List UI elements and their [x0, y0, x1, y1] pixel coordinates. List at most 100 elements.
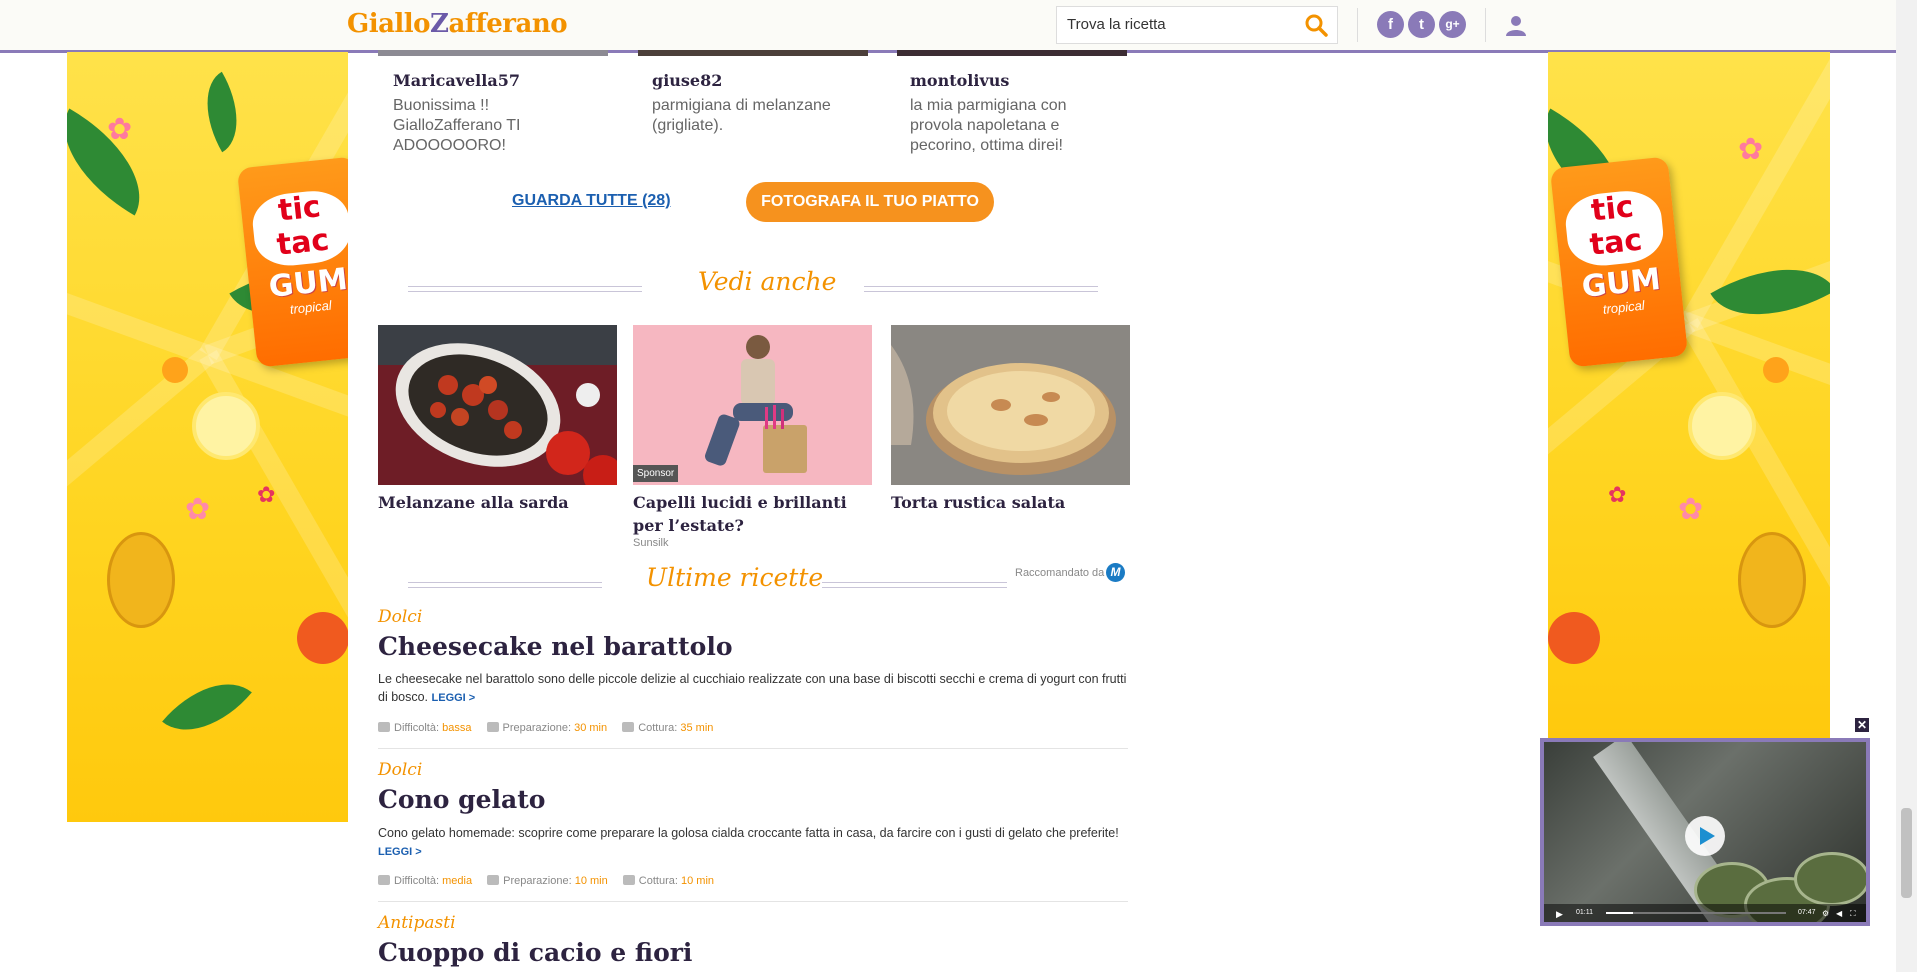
play-small-icon[interactable]: ▶ — [1556, 909, 1563, 920]
view-all-comments-link[interactable]: GUARDA TUTTE (28) — [512, 192, 671, 210]
section-divider — [408, 582, 602, 588]
card-title[interactable]: Capelli lucidi e brillanti per l’estate? — [633, 491, 872, 537]
comment-text: la mia parmigiana con provola napoletana… — [910, 97, 1067, 154]
chef-hat-icon — [378, 722, 390, 732]
recommender-logo-icon[interactable]: M — [1106, 563, 1125, 582]
zucchini-slice-image — [1794, 852, 1866, 906]
pot-icon — [622, 875, 635, 885]
tictac-pack-image: tic tac GUM tropical — [236, 156, 348, 368]
cook-value: 35 min — [680, 722, 714, 734]
prep-label: Preparazione: — [502, 722, 572, 734]
facebook-icon[interactable]: f — [1377, 11, 1404, 38]
leaf-decoration — [162, 660, 252, 754]
volume-icon[interactable]: ◀ — [1836, 909, 1842, 918]
comment-author[interactable]: giuse82 — [652, 71, 722, 90]
prep-value: 30 min — [574, 722, 608, 734]
header-divider — [1357, 8, 1358, 42]
search-icon[interactable] — [1303, 12, 1329, 38]
ad-brand: tic tac — [1562, 187, 1666, 270]
read-more-link[interactable]: LEGGI > — [432, 692, 476, 704]
video-controls: ▶ 01:11 07:47 ⚙ ◀ ⛶ — [1544, 904, 1866, 922]
difficulty-value: media — [442, 875, 473, 887]
orange-icon — [162, 357, 188, 383]
ad-banner-right[interactable]: tic tac GUM tropical ✿ ✿ ✿ — [1548, 52, 1830, 740]
search-input[interactable] — [1057, 7, 1317, 41]
flower-icon: ✿ — [107, 113, 133, 146]
flower-icon: ✿ — [1608, 482, 1627, 507]
flower-icon: ✿ — [1738, 133, 1764, 166]
ad-brand: tic tac — [249, 187, 348, 270]
flower-icon: ✿ — [257, 482, 276, 507]
ad-banner-left[interactable]: tic tac GUM tropical ✿ ✿ ✿ — [67, 52, 348, 822]
twitter-icon[interactable]: t — [1408, 11, 1435, 38]
comment-photo[interactable] — [638, 50, 868, 56]
site-logo[interactable]: GialloZafferano — [347, 9, 568, 39]
video-total-time: 07:47 — [1798, 909, 1816, 916]
recipe-title[interactable]: Cono gelato — [378, 785, 545, 814]
play-icon[interactable] — [1685, 816, 1725, 856]
recipe-title[interactable]: Cuoppo di cacio e fiori — [378, 938, 692, 967]
scrollbar-thumb[interactable] — [1901, 808, 1912, 898]
logo-text: Giallo — [347, 9, 431, 39]
page-scrollbar[interactable] — [1896, 0, 1917, 972]
card-image-eggplant[interactable] — [378, 325, 623, 495]
google-plus-icon[interactable]: g+ — [1439, 11, 1466, 38]
difficulty-label: Difficoltà: — [394, 875, 440, 887]
utensils-icon — [487, 875, 500, 885]
tictac-pack-image: tic tac GUM tropical — [1549, 156, 1689, 368]
read-more-link[interactable]: LEGGI > — [378, 846, 422, 858]
video-player[interactable]: ▶ 01:11 07:47 ⚙ ◀ ⛶ — [1540, 738, 1870, 926]
logo-z: Z — [430, 9, 449, 39]
recipe-divider — [378, 748, 1128, 749]
sponsor-woman-image — [633, 325, 872, 485]
prep-value: 10 min — [574, 875, 608, 887]
ad-ray — [1680, 318, 1830, 740]
cook-label: Cottura: — [638, 722, 678, 734]
recipe-title[interactable]: Cheesecake nel barattolo — [378, 632, 733, 661]
comment-text: Buonissima !! GialloZafferano TI ADOOOOO… — [393, 97, 521, 154]
close-video-button[interactable]: ✕ — [1855, 718, 1869, 732]
recipe-category[interactable]: Dolci — [378, 607, 422, 627]
comment-author[interactable]: Maricavella57 — [393, 71, 520, 90]
card-image-torta[interactable] — [891, 325, 1130, 485]
sponsor-source: Sunsilk — [633, 537, 669, 549]
prep-label: Preparazione: — [503, 875, 572, 887]
recipe-category[interactable]: Antipasti — [378, 913, 456, 933]
flower-icon: ✿ — [185, 493, 211, 526]
card-title[interactable]: Torta rustica salata — [891, 491, 1130, 514]
recipe-desc-text: Le cheesecake nel barattolo sono delle p… — [378, 672, 1127, 704]
comment-photo[interactable] — [897, 50, 1127, 56]
pot-icon — [622, 722, 635, 732]
card-image-sponsor[interactable] — [633, 325, 872, 485]
video-seek-bar[interactable] — [1606, 912, 1786, 914]
fullscreen-icon[interactable]: ⛶ — [1850, 909, 1856, 919]
recipe-meta: Difficoltà: media Preparazione: 10 min C… — [378, 875, 714, 887]
mango-icon — [1548, 612, 1600, 664]
header-divider — [1485, 8, 1486, 42]
logo-text-end: afferano — [448, 9, 568, 39]
card-title[interactable]: Melanzane alla sarda — [378, 491, 617, 514]
utensils-icon — [486, 722, 499, 732]
section-divider — [864, 286, 1098, 292]
photo-your-dish-button[interactable]: FOTOGRAFA IL TUO PIATTO — [746, 182, 994, 222]
recipe-description: Cono gelato homemade: scoprire come prep… — [378, 824, 1130, 861]
video-screen[interactable] — [1544, 742, 1866, 922]
settings-icon[interactable]: ⚙ — [1822, 909, 1829, 918]
section-divider — [408, 286, 642, 292]
recipe-desc-text: Cono gelato homemade: scoprire come prep… — [378, 826, 1119, 840]
video-current-time: 01:11 — [1576, 909, 1593, 916]
comment-photo[interactable] — [378, 50, 608, 56]
site-header: GialloZafferano f t g+ — [0, 0, 1896, 53]
lime-slice-icon — [1688, 392, 1756, 460]
mango-icon — [297, 612, 348, 664]
recipe-category[interactable]: Dolci — [378, 760, 422, 780]
section-divider — [822, 582, 1007, 588]
cook-label: Cottura: — [638, 875, 678, 887]
recommended-by-label: Raccomandato da — [1015, 567, 1105, 579]
latest-recipes-title: Ultime ricette — [646, 563, 824, 592]
recipe-meta: Difficoltà: bassa Preparazione: 30 min C… — [378, 722, 713, 734]
search-box — [1056, 6, 1338, 44]
user-icon[interactable] — [1504, 13, 1528, 37]
pineapple-icon — [1738, 532, 1806, 628]
comment-author[interactable]: montolivus — [910, 71, 1009, 90]
